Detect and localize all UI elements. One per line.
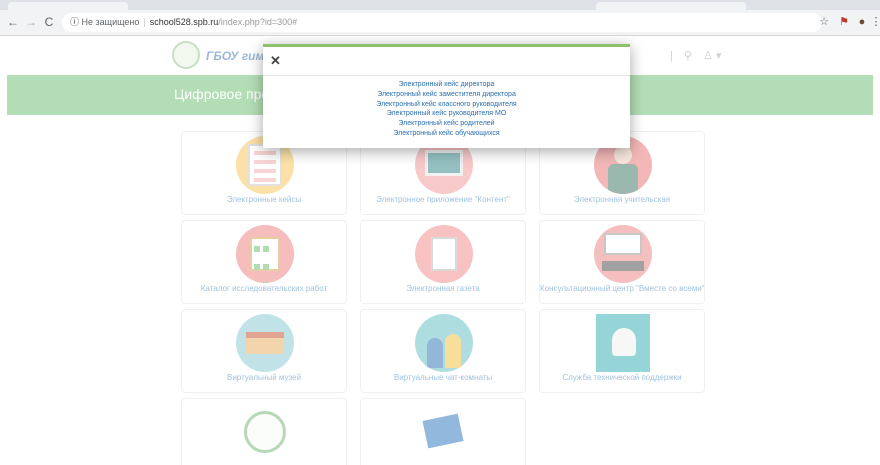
security-label: Не защищено — [81, 17, 140, 27]
browser-tab[interactable] — [8, 2, 128, 10]
address-bar[interactable]: ⓘ Не защищено | school528.spb.ru/index.php… — [62, 13, 822, 32]
back-icon[interactable]: ← — [6, 15, 20, 29]
forward-icon[interactable]: → — [24, 15, 38, 29]
link-mo-head-case[interactable]: Электронный кейс руководителя МО — [263, 109, 630, 119]
info-icon[interactable]: ⓘ — [70, 17, 79, 27]
browser-toolbar: ← → C ⓘ Не защищено | school528.spb.ru/ind… — [0, 10, 880, 36]
menu-dots-icon[interactable]: ⋮ — [870, 16, 880, 28]
url-host: school528.spb.ru — [149, 17, 219, 27]
url-path: /index.php?id=300# — [218, 17, 298, 27]
cases-modal: ✕ Электронный кейс директора Электронный… — [263, 44, 630, 148]
link-parents-case[interactable]: Электронный кейс родителей — [263, 119, 630, 129]
link-students-case[interactable]: Электронный кейс обучающихся — [263, 129, 630, 139]
link-director-case[interactable]: Электронный кейс директора — [263, 80, 630, 90]
browser-tab[interactable] — [596, 2, 746, 10]
extension-flag-icon[interactable]: ⚑ — [838, 16, 850, 28]
link-deputy-director-case[interactable]: Электронный кейс заместителя директора — [263, 90, 630, 100]
profile-avatar-icon[interactable]: ● — [856, 16, 868, 28]
modal-divider — [263, 75, 630, 76]
link-class-teacher-case[interactable]: Электронный кейс классного руководителя — [263, 100, 630, 110]
close-icon[interactable]: ✕ — [270, 54, 282, 68]
tab-strip — [0, 0, 880, 10]
web-page: ГБОУ гимна | ⚲ ♙ ▾ Цифровое прос Электро… — [0, 37, 880, 465]
reload-icon[interactable]: C — [42, 15, 56, 29]
star-icon[interactable]: ☆ — [818, 16, 830, 28]
divider: | — [143, 17, 146, 27]
cases-link-list: Электронный кейс директора Электронный к… — [263, 80, 630, 139]
